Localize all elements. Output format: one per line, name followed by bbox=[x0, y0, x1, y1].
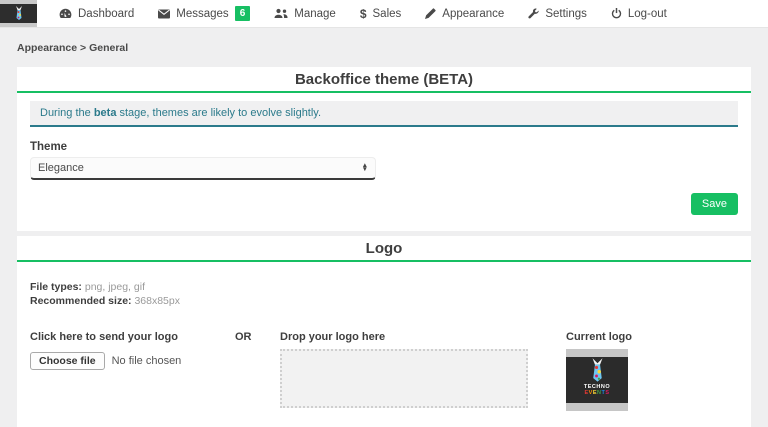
pencil-icon bbox=[425, 8, 436, 19]
page-content: Appearance > General Backoffice theme (B… bbox=[0, 42, 768, 427]
send-logo-label: Click here to send your logo bbox=[30, 331, 225, 343]
nav-item-dashboard[interactable]: Dashboard bbox=[47, 0, 146, 27]
logo-card-body: File types: png, jpeg, gif Recommended s… bbox=[17, 262, 751, 427]
nav-item-manage[interactable]: Manage bbox=[262, 0, 348, 27]
nav-items: Dashboard Messages 6 Manage $ Sales Appe… bbox=[47, 0, 679, 27]
logo-text-events: EVENTS bbox=[584, 390, 609, 396]
beta-alert: During the beta stage, themes are likely… bbox=[30, 101, 738, 127]
power-icon bbox=[611, 8, 622, 19]
save-row: Save bbox=[30, 193, 738, 215]
tie-icon bbox=[589, 358, 606, 384]
theme-label: Theme bbox=[30, 141, 738, 153]
dollar-icon: $ bbox=[360, 7, 367, 21]
nav-label-manage: Manage bbox=[294, 8, 336, 20]
no-file-chosen-text: No file chosen bbox=[112, 355, 182, 367]
recommended-size-line: Recommended size: 368x85px bbox=[30, 294, 738, 308]
nav-item-logout[interactable]: Log-out bbox=[599, 0, 679, 27]
alert-text-bold: beta bbox=[94, 107, 117, 119]
choose-file-button[interactable]: Choose file bbox=[30, 352, 105, 370]
brand-logo-art bbox=[0, 4, 37, 23]
alert-text-suffix: stage, themes are likely to evolve sligh… bbox=[116, 107, 321, 119]
file-input: Choose file No file chosen bbox=[30, 352, 225, 370]
current-logo-column: Current logo TECH bbox=[566, 331, 632, 411]
logo-card-title: Logo bbox=[17, 236, 751, 262]
users-icon bbox=[274, 8, 288, 19]
recommended-size-label: Recommended size: bbox=[30, 295, 132, 307]
current-logo-label: Current logo bbox=[566, 331, 632, 343]
alert-text-prefix: During the bbox=[40, 107, 94, 119]
top-navbar: Dashboard Messages 6 Manage $ Sales Appe… bbox=[0, 0, 768, 28]
logo-card: Logo File types: png, jpeg, gif Recommen… bbox=[17, 236, 751, 427]
theme-card: Backoffice theme (BETA) During the beta … bbox=[17, 67, 751, 231]
logo-band-bottom bbox=[566, 403, 628, 411]
recommended-size-value: 368x85px bbox=[132, 295, 180, 307]
nav-label-dashboard: Dashboard bbox=[78, 8, 134, 20]
nav-label-logout: Log-out bbox=[628, 8, 667, 20]
save-button[interactable]: Save bbox=[691, 193, 738, 215]
theme-card-title: Backoffice theme (BETA) bbox=[17, 67, 751, 93]
nav-label-appearance: Appearance bbox=[442, 8, 504, 20]
current-logo-image: TECHNO EVENTS bbox=[566, 349, 628, 411]
upload-row: Click here to send your logo Choose file… bbox=[30, 331, 738, 411]
file-info: File types: png, jpeg, gif Recommended s… bbox=[30, 280, 738, 308]
logo-art: TECHNO EVENTS bbox=[566, 357, 628, 403]
drop-column: Drop your logo here bbox=[280, 331, 530, 411]
file-types-label: File types: bbox=[30, 281, 82, 293]
nav-item-messages[interactable]: Messages 6 bbox=[146, 0, 262, 27]
file-types-value: png, jpeg, gif bbox=[82, 281, 145, 293]
tie-icon bbox=[13, 6, 25, 22]
theme-select-value: Elegance bbox=[38, 162, 84, 174]
nav-item-appearance[interactable]: Appearance bbox=[413, 0, 516, 27]
theme-select[interactable]: Elegance ▲▼ bbox=[30, 157, 376, 180]
nav-item-sales[interactable]: $ Sales bbox=[348, 0, 413, 27]
nav-label-sales: Sales bbox=[373, 8, 402, 20]
or-column: OR bbox=[225, 331, 280, 411]
file-types-line: File types: png, jpeg, gif bbox=[30, 280, 738, 294]
messages-badge: 6 bbox=[235, 6, 251, 21]
brand-logo-band bbox=[0, 23, 37, 27]
theme-card-body: During the beta stage, themes are likely… bbox=[17, 93, 751, 231]
drop-logo-label: Drop your logo here bbox=[280, 331, 530, 343]
nav-item-settings[interactable]: Settings bbox=[516, 0, 599, 27]
breadcrumb: Appearance > General bbox=[17, 42, 751, 54]
brand-logo[interactable] bbox=[0, 0, 37, 27]
logo-band-top bbox=[566, 349, 628, 357]
upload-column: Click here to send your logo Choose file… bbox=[30, 331, 225, 411]
nav-label-messages: Messages bbox=[176, 8, 228, 20]
or-label: OR bbox=[235, 331, 280, 343]
dashboard-icon bbox=[59, 8, 72, 19]
nav-label-settings: Settings bbox=[545, 8, 587, 20]
wrench-icon bbox=[528, 8, 539, 19]
logo-drop-zone[interactable] bbox=[280, 349, 528, 408]
select-arrows-icon: ▲▼ bbox=[362, 164, 368, 172]
envelope-icon bbox=[158, 9, 170, 19]
